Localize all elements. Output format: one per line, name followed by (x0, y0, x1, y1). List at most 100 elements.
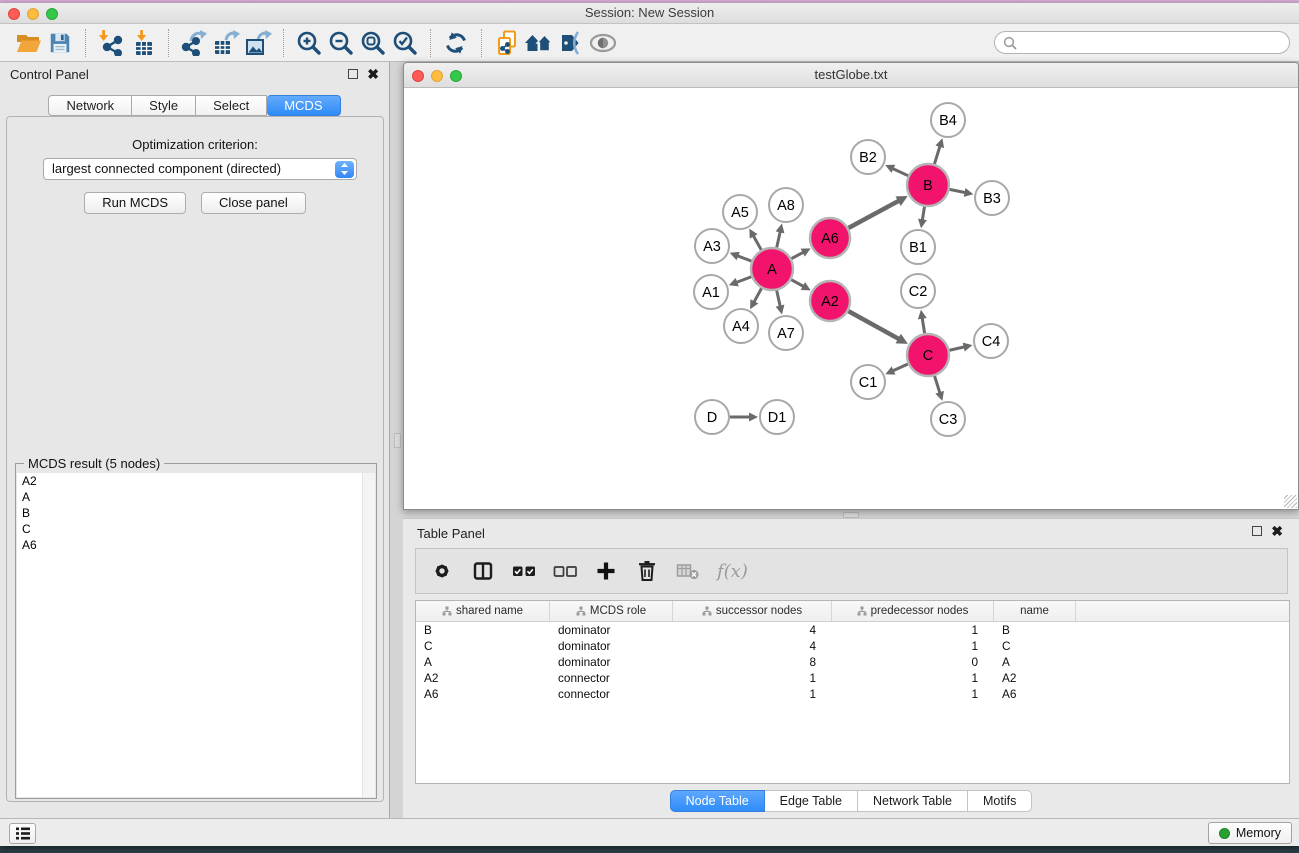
mcds-result-list[interactable]: A2ABCA6 (17, 473, 375, 797)
table-row[interactable]: A2connector11A2 (416, 670, 1289, 686)
graph-edge[interactable] (754, 288, 762, 302)
select-all-columns-icon[interactable] (510, 558, 537, 585)
close-network-window-button[interactable] (412, 70, 424, 82)
hide-labels-icon[interactable] (555, 28, 587, 58)
minimize-network-window-button[interactable] (431, 70, 443, 82)
column-header-MCDS-role[interactable]: MCDS role (550, 601, 673, 621)
result-list-item[interactable]: A (17, 489, 375, 505)
column-header-successor-nodes[interactable]: successor nodes (673, 601, 832, 621)
graph-edge[interactable] (736, 277, 752, 283)
float-table-panel-icon[interactable] (1252, 526, 1262, 536)
result-list-item[interactable]: C (17, 521, 375, 537)
export-image-icon[interactable] (242, 28, 274, 58)
close-table-panel-icon[interactable]: ✖ (1271, 526, 1283, 536)
save-session-icon[interactable] (44, 28, 76, 58)
table-body: Bdominator41BCdominator41CAdominator80AA… (416, 622, 1289, 702)
column-header-predecessor-nodes[interactable]: predecessor nodes (832, 601, 994, 621)
network-canvas[interactable]: AA1A2A3A4A5A6A7A8BB1B2B3B4CC1C2C3C4DD1 (404, 88, 1298, 509)
graph-node-label: B3 (983, 191, 1001, 207)
resize-grip-icon[interactable] (1284, 495, 1297, 508)
graph-edge[interactable] (922, 317, 925, 333)
home-icon[interactable] (523, 28, 555, 58)
run-mcds-button[interactable]: Run MCDS (84, 192, 186, 214)
close-window-button[interactable] (8, 8, 20, 20)
result-list-item[interactable]: A2 (17, 473, 375, 489)
graph-edge[interactable] (892, 168, 908, 175)
open-session-icon[interactable] (12, 28, 44, 58)
graph-edge[interactable] (949, 347, 965, 350)
table-row[interactable]: A6connector11A6 (416, 686, 1289, 702)
graph-edge[interactable] (922, 207, 924, 221)
optimization-select[interactable]: largest connected component (directed) (43, 158, 357, 180)
vertical-splitter-grip[interactable] (394, 433, 401, 448)
graph-edge[interactable] (934, 145, 940, 164)
tab-motifs[interactable]: Motifs (968, 790, 1032, 812)
delete-columns-icon[interactable] (633, 558, 660, 585)
main-window-title: Session: New Session (0, 3, 1299, 23)
graph-edge[interactable] (950, 189, 966, 192)
graph-edge[interactable] (777, 290, 781, 307)
graph-edge[interactable] (777, 231, 781, 248)
graph-node-label: B (923, 178, 933, 194)
result-scrollbar[interactable] (362, 473, 375, 797)
memory-button[interactable]: Memory (1208, 822, 1292, 844)
mcds-result-title: MCDS result (5 nodes) (24, 456, 164, 471)
graph-edge[interactable] (848, 311, 899, 339)
tab-network-table[interactable]: Network Table (858, 790, 968, 812)
close-panel-button[interactable]: Close panel (201, 192, 306, 214)
export-network-icon[interactable] (178, 28, 210, 58)
search-icon (1003, 36, 1017, 50)
settings-icon[interactable] (428, 558, 455, 585)
import-table-icon[interactable] (127, 28, 159, 58)
search-input[interactable] (1021, 33, 1289, 52)
tab-edge-table[interactable]: Edge Table (765, 790, 858, 812)
graph-edge[interactable] (892, 364, 908, 371)
result-list-item[interactable]: B (17, 505, 375, 521)
function-builder-icon[interactable]: f(x) (715, 561, 748, 582)
graph-edge[interactable] (791, 280, 804, 287)
show-graphics-details-icon[interactable] (587, 28, 619, 58)
graph-edge[interactable] (791, 252, 804, 259)
control-panel-tabs: NetworkStyleSelectMCDS (0, 95, 389, 116)
table-cell: B (994, 622, 1076, 638)
task-history-button[interactable] (9, 823, 36, 844)
graph-edge[interactable] (848, 200, 899, 228)
table-row[interactable]: Adominator80A (416, 654, 1289, 670)
table-header-row: shared nameMCDS rolesuccessor nodesprede… (416, 601, 1289, 622)
tab-style[interactable]: Style (132, 95, 196, 116)
column-header-shared-name[interactable]: shared name (416, 601, 550, 621)
tab-mcds[interactable]: MCDS (267, 95, 340, 116)
column-header-name[interactable]: name (994, 601, 1076, 621)
close-panel-icon[interactable]: ✖ (367, 69, 379, 79)
split-view-icon[interactable] (469, 558, 496, 585)
add-column-icon[interactable] (592, 558, 619, 585)
maximize-network-window-button[interactable] (450, 70, 462, 82)
zoom-in-icon[interactable] (293, 28, 325, 58)
graph-node-label: A4 (732, 319, 750, 335)
zoom-selected-icon[interactable] (389, 28, 421, 58)
apply-layout-icon[interactable] (440, 28, 472, 58)
tab-node-table[interactable]: Node Table (670, 790, 765, 812)
network-from-selection-icon[interactable] (491, 28, 523, 58)
zoom-out-icon[interactable] (325, 28, 357, 58)
graph-edge[interactable] (753, 235, 761, 250)
export-table-icon[interactable] (210, 28, 242, 58)
zoom-fit-icon[interactable] (357, 28, 389, 58)
tab-network[interactable]: Network (48, 95, 132, 116)
table-row[interactable]: Bdominator41B (416, 622, 1289, 638)
float-panel-icon[interactable] (348, 69, 358, 79)
deselect-all-columns-icon[interactable] (551, 558, 578, 585)
result-list-item[interactable]: A6 (17, 537, 375, 553)
graph-edge[interactable] (935, 376, 941, 394)
minimize-window-button[interactable] (27, 8, 39, 20)
graph-edge[interactable] (737, 255, 752, 261)
tab-select[interactable]: Select (196, 95, 267, 116)
window-controls (8, 8, 58, 20)
table-panel-title: Table Panel (417, 526, 485, 541)
network-view-window: testGlobe.txt AA1A2A3A4A5A6A7A8BB1B2B3B4… (403, 62, 1299, 510)
graph-node-label: A1 (702, 285, 720, 301)
table-row[interactable]: Cdominator41C (416, 638, 1289, 654)
import-network-icon[interactable] (95, 28, 127, 58)
destroy-table-icon[interactable] (674, 558, 701, 585)
maximize-window-button[interactable] (46, 8, 58, 20)
